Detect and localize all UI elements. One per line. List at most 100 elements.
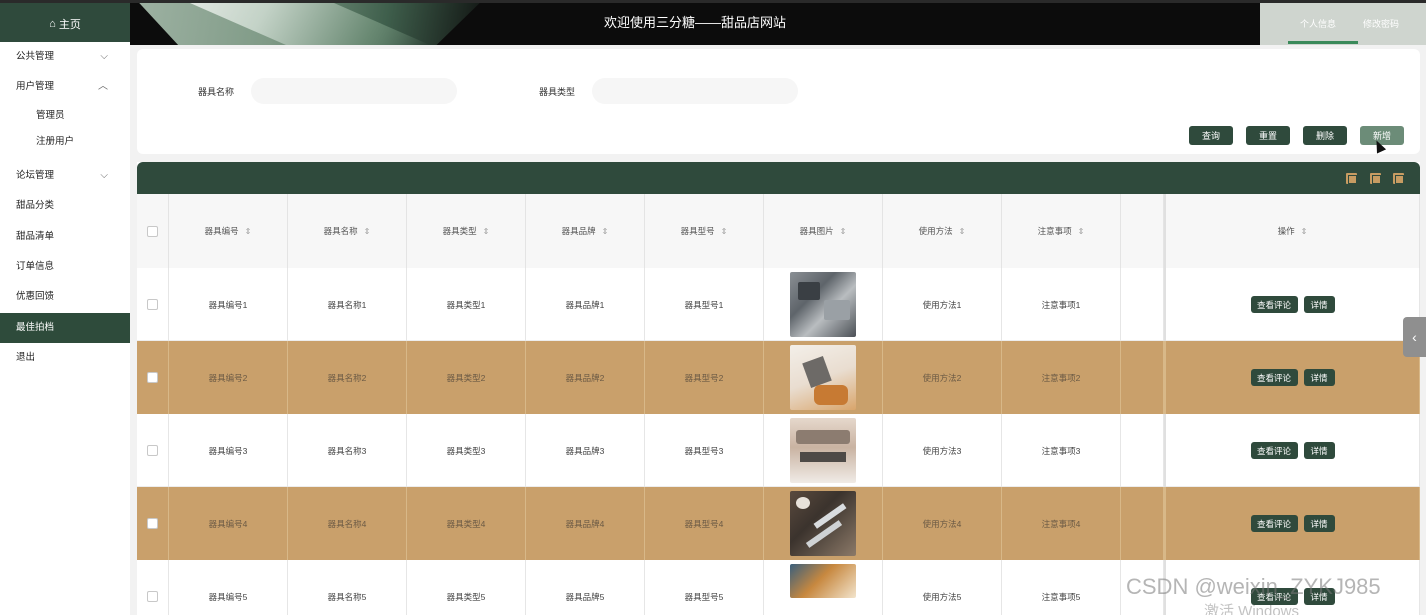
cell-name: 器具名称2 <box>288 341 407 414</box>
sort-icon[interactable]: ⇕ <box>959 227 966 236</box>
sidebar-item-registered-users[interactable]: 注册用户 <box>0 127 130 157</box>
cell-type: 器具类型1 <box>407 268 526 341</box>
column-header-label: 器具名称 <box>323 226 358 236</box>
sidebar-item-label: 公共管理 <box>16 51 55 62</box>
detail-button[interactable]: 详情 <box>1303 369 1335 386</box>
row-checkbox[interactable] <box>147 518 158 529</box>
table-row[interactable]: 器具编号4 器具名称4 器具类型4 器具品牌4 器具型号4 使用方法4 注意事项… <box>137 487 1420 560</box>
sort-icon[interactable]: ⇕ <box>840 227 847 236</box>
query-button[interactable]: 查询 <box>1189 126 1233 145</box>
home-label: 主页 <box>58 19 81 31</box>
sort-icon[interactable]: ⇕ <box>1301 227 1308 236</box>
column-header-image[interactable]: 器具图片 ⇕ <box>764 194 883 268</box>
row-checkbox[interactable] <box>147 299 158 310</box>
sidebar-item-logout[interactable]: 退出 <box>0 343 130 373</box>
cell-brand: 器具品牌3 <box>526 414 645 487</box>
row-checkbox-cell <box>137 341 169 414</box>
view-comments-button[interactable]: 查看评论 <box>1250 369 1298 386</box>
table-row[interactable]: 器具编号3 器具名称3 器具类型3 器具品牌3 器具型号3 使用方法3 注意事项… <box>137 414 1420 487</box>
row-checkbox[interactable] <box>147 372 158 383</box>
view-comments-button[interactable]: 查看评论 <box>1250 442 1298 459</box>
chevron-down-icon: ⌵ <box>100 51 108 62</box>
cake-shape <box>796 497 810 509</box>
export-excel-icon[interactable] <box>1346 173 1357 184</box>
cell-actions: 查看评论 详情 <box>1164 341 1420 414</box>
type-search-input[interactable] <box>592 78 798 104</box>
cell-usage: 使用方法1 <box>883 268 1002 341</box>
cell-image <box>764 560 883 615</box>
product-thumbnail[interactable] <box>790 345 856 410</box>
column-header-label: 器具图片 <box>799 226 834 236</box>
name-search-input[interactable] <box>251 78 457 104</box>
select-all-checkbox[interactable] <box>147 225 158 237</box>
column-header-model[interactable]: 器具型号 ⇕ <box>645 194 764 268</box>
product-thumbnail[interactable] <box>790 564 856 598</box>
print-icon[interactable] <box>1370 173 1381 184</box>
view-comments-button[interactable]: 查看评论 <box>1250 515 1298 532</box>
sort-icon[interactable]: ⇕ <box>245 227 252 236</box>
column-header-usage[interactable]: 使用方法 ⇕ <box>883 194 1002 268</box>
product-thumbnail[interactable] <box>790 418 856 483</box>
column-header-brand[interactable]: 器具品牌 ⇕ <box>526 194 645 268</box>
cell-usage: 使用方法4 <box>883 487 1002 560</box>
export-pdf-icon[interactable] <box>1393 173 1404 184</box>
product-thumbnail[interactable] <box>790 491 856 556</box>
cell-no: 器具编号5 <box>169 560 288 615</box>
sort-icon[interactable]: ⇕ <box>483 227 490 236</box>
sort-icon[interactable]: ⇕ <box>364 227 371 236</box>
table-row[interactable]: 器具编号1 器具名称1 器具类型1 器具品牌1 器具型号1 使用方法1 注意事项… <box>137 268 1420 341</box>
sort-icon[interactable]: ⇕ <box>1078 227 1085 236</box>
row-checkbox[interactable] <box>147 591 158 602</box>
home-link[interactable]: ⌂ 主页 <box>0 3 130 45</box>
view-comments-button[interactable]: 查看评论 <box>1250 296 1298 313</box>
sidebar-item-dessert-category[interactable]: 甜品分类 <box>0 191 130 221</box>
cell-image <box>764 341 883 414</box>
sidebar-item-best-partner[interactable]: 最佳拍档 <box>0 313 130 343</box>
sidebar-item-users[interactable]: 用户管理 ︿ <box>0 72 130 102</box>
cell-extra <box>1121 341 1164 414</box>
detail-button[interactable]: 详情 <box>1303 515 1335 532</box>
sidebar-item-label: 注册用户 <box>36 136 75 147</box>
sidebar-item-label: 最佳拍档 <box>16 322 55 333</box>
column-header-no[interactable]: 器具编号 ⇕ <box>169 194 288 268</box>
sidebar-item-orders[interactable]: 订单信息 <box>0 252 130 282</box>
active-link-underline <box>1288 41 1358 44</box>
reset-button[interactable]: 重置 <box>1246 126 1290 145</box>
column-header-extra <box>1121 194 1164 268</box>
cell-name: 器具名称4 <box>288 487 407 560</box>
column-header-type[interactable]: 器具类型 ⇕ <box>407 194 526 268</box>
sidebar-item-dessert-list[interactable]: 甜品清单 <box>0 222 130 252</box>
table-row[interactable]: 器具编号2 器具名称2 器具类型2 器具品牌2 器具型号2 使用方法2 注意事项… <box>137 341 1420 414</box>
bakeware-shape <box>798 282 820 300</box>
home-icon: ⌂ <box>49 18 56 30</box>
sidebar-item-public[interactable]: 公共管理 ⌵ <box>0 42 130 72</box>
profile-link[interactable]: 个人信息 <box>1300 17 1336 30</box>
cell-image <box>764 487 883 560</box>
cell-type: 器具类型3 <box>407 414 526 487</box>
sort-icon[interactable]: ⇕ <box>721 227 728 236</box>
cell-actions: 查看评论 详情 <box>1164 487 1420 560</box>
product-thumbnail[interactable] <box>790 272 856 337</box>
row-checkbox[interactable] <box>147 445 158 456</box>
chevron-down-icon: ⌵ <box>100 170 108 181</box>
column-header-name[interactable]: 器具名称 ⇕ <box>288 194 407 268</box>
column-header-notes[interactable]: 注意事项 ⇕ <box>1002 194 1121 268</box>
cell-model: 器具型号2 <box>645 341 764 414</box>
cell-usage: 使用方法3 <box>883 414 1002 487</box>
column-header-actions[interactable]: 操作 ⇕ <box>1164 194 1420 268</box>
sidebar-item-label: 论坛管理 <box>16 170 55 181</box>
sidebar-item-discounts[interactable]: 优惠回馈 <box>0 282 130 312</box>
change-password-link[interactable]: 修改密码 <box>1363 17 1399 30</box>
collapse-panel-tab[interactable]: ‹ <box>1403 317 1426 357</box>
detail-button[interactable]: 详情 <box>1303 296 1335 313</box>
cell-no: 器具编号3 <box>169 414 288 487</box>
column-header-label: 使用方法 <box>918 226 953 236</box>
delete-button[interactable]: 删除 <box>1303 126 1347 145</box>
detail-button[interactable]: 详情 <box>1303 442 1335 459</box>
tools-shape <box>800 452 846 462</box>
cell-brand: 器具品牌4 <box>526 487 645 560</box>
sort-icon[interactable]: ⇕ <box>602 227 609 236</box>
sidebar-item-forum[interactable]: 论坛管理 ⌵ <box>0 161 130 191</box>
cell-no: 器具编号1 <box>169 268 288 341</box>
cell-name: 器具名称3 <box>288 414 407 487</box>
